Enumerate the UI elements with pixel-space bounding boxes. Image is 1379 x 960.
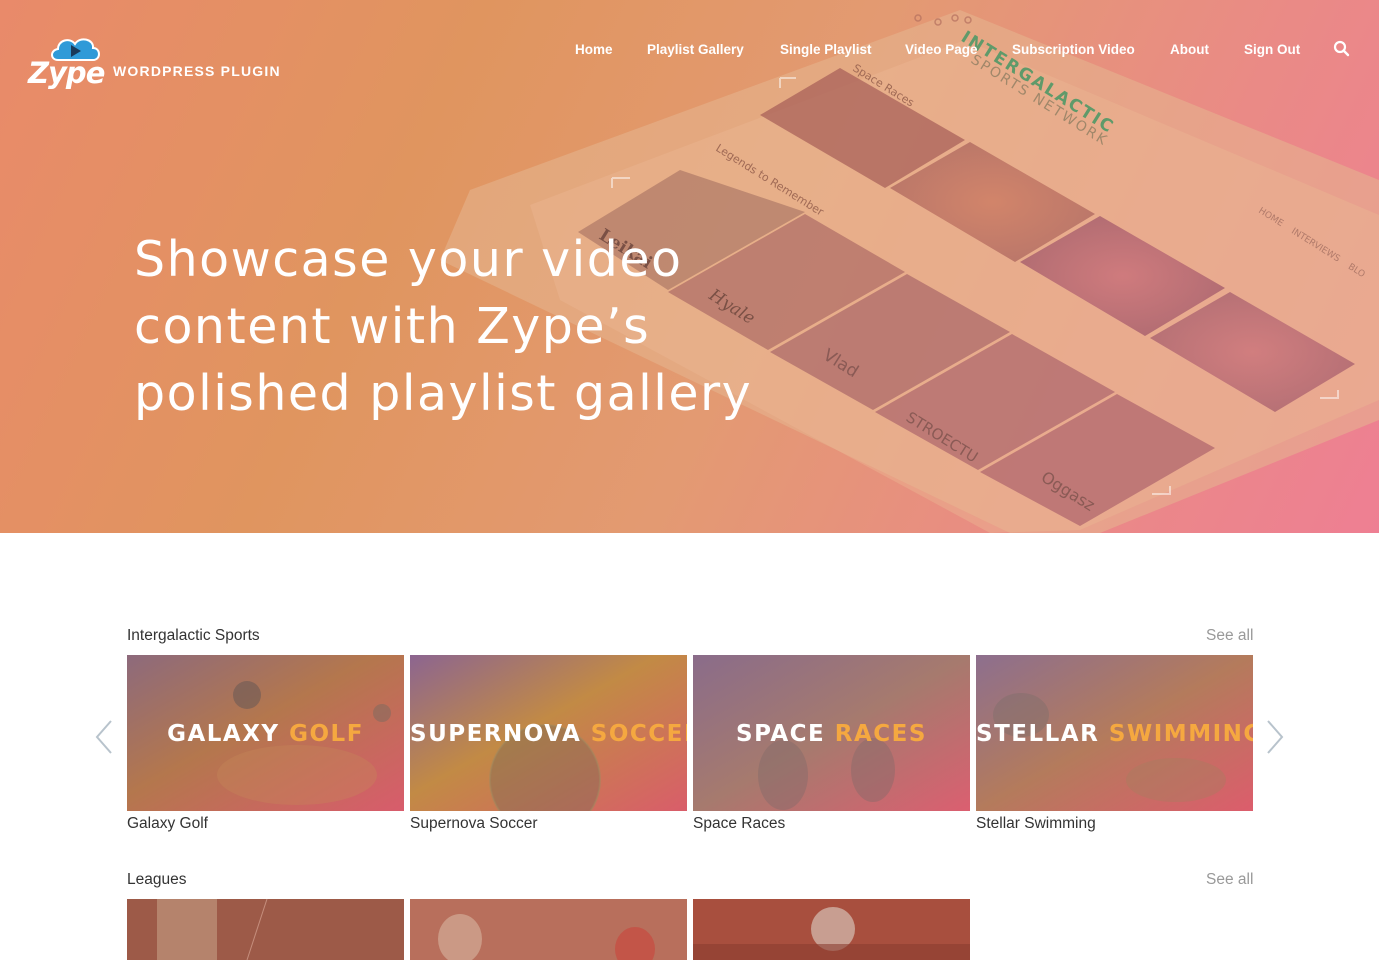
card-caption[interactable]: Stellar Swimming [976, 815, 1096, 833]
video-card-space-races[interactable]: SPACE RACES [693, 655, 970, 811]
chevron-left-icon[interactable] [93, 719, 115, 755]
nav-video-page[interactable]: Video Page [905, 42, 978, 57]
card-overlay-title: STELLAR SWIMMING [976, 721, 1253, 747]
nav-home[interactable]: Home [575, 42, 613, 57]
nav-playlist-gallery[interactable]: Playlist Gallery [647, 42, 744, 57]
hero-headline: Showcase your video content with Zype’s … [134, 226, 753, 427]
overlay-main-text: SPACE [736, 721, 826, 747]
nav-sign-out[interactable]: Sign Out [1244, 42, 1300, 57]
card-overlay-title: SUPERNOVA SOCCER [410, 721, 687, 747]
chevron-right-icon[interactable] [1264, 719, 1286, 755]
video-card[interactable] [693, 899, 970, 960]
section-title-intergalactic-sports: Intergalactic Sports [127, 627, 260, 644]
section-title-leagues: Leagues [127, 871, 187, 888]
overlay-accent-text: SWIMMING [1108, 721, 1253, 747]
overlay-main-text: SUPERNOVA [410, 721, 582, 747]
headline-line: Showcase your video [134, 231, 683, 288]
nav-subscription-video[interactable]: Subscription Video [1012, 42, 1135, 57]
video-card[interactable] [410, 899, 687, 960]
logo-text: Zype [28, 56, 105, 90]
headline-line: content with Zype’s [134, 298, 651, 355]
brand-subtitle: WORDPRESS PLUGIN [113, 63, 281, 79]
overlay-main-text: STELLAR [976, 721, 1100, 747]
overlay-main-text: GALAXY [167, 721, 280, 747]
video-thumbnail [127, 899, 404, 960]
video-card-supernova-soccer[interactable]: SUPERNOVA SOCCER [410, 655, 687, 811]
video-card[interactable] [127, 899, 404, 960]
nav-single-playlist[interactable]: Single Playlist [780, 42, 872, 57]
overlay-accent-text: GOLF [289, 721, 364, 747]
headline-line: polished playlist gallery [134, 365, 753, 422]
search-icon[interactable] [1333, 40, 1351, 58]
overlay-accent-text: SOCCER [590, 721, 687, 747]
card-caption[interactable]: Supernova Soccer [410, 815, 538, 833]
card-caption[interactable]: Galaxy Golf [127, 815, 208, 833]
video-thumbnail [410, 899, 687, 960]
card-overlay-title: SPACE RACES [693, 721, 970, 747]
overlay-accent-text: RACES [834, 721, 927, 747]
video-thumbnail [693, 899, 970, 960]
zype-logo[interactable]: Zype [28, 34, 105, 96]
see-all-link[interactable]: See all [1206, 871, 1253, 889]
video-card-stellar-swimming[interactable]: STELLAR SWIMMING [976, 655, 1253, 811]
card-caption[interactable]: Space Races [693, 815, 785, 833]
hero-banner: INTERGALACTIC SPORTS NETWORK Space Races… [0, 0, 1379, 533]
card-overlay-title: GALAXY GOLF [127, 721, 404, 747]
nav-about[interactable]: About [1170, 42, 1209, 57]
video-card-galaxy-golf[interactable]: GALAXY GOLF [127, 655, 404, 811]
see-all-link[interactable]: See all [1206, 627, 1253, 645]
